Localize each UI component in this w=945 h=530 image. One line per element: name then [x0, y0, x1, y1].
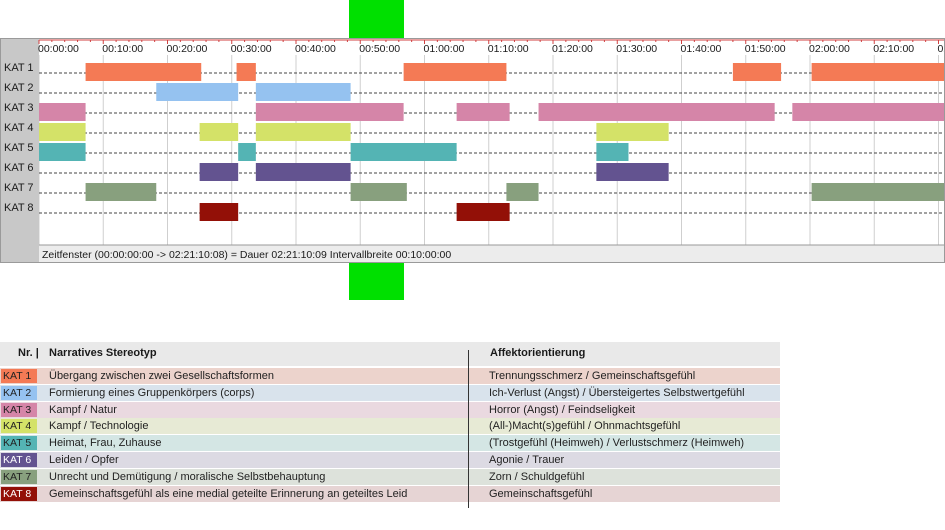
category-badge: KAT 5: [1, 436, 37, 451]
tick-label: 00:40:00: [295, 43, 336, 55]
stereotyp-text: Kampf / Natur: [49, 403, 117, 416]
tick-label: 01:30:00: [616, 43, 657, 55]
timeline-bar[interactable]: [350, 183, 407, 201]
timeline-bar[interactable]: [538, 103, 775, 121]
timeline-bar[interactable]: [456, 203, 510, 221]
affekt-text: Trennungsschmerz / Gemeinschaftsgefühl: [489, 370, 696, 382]
timeline-bar[interactable]: [506, 183, 539, 201]
category-label: KAT 6: [4, 162, 34, 174]
timeline-bar[interactable]: [596, 123, 669, 141]
category-badge: KAT 6: [1, 453, 37, 467]
affekt-text: (All-)Macht(s)gefühl / Ohnmachtsgefühl: [489, 420, 681, 433]
category-label: KAT 2: [4, 82, 34, 94]
timeline-bar[interactable]: [236, 63, 256, 81]
legend-row: KAT 4 Kampf / Technologie (All-)Macht(s)ge…: [0, 418, 780, 435]
tick-label: 01:40:00: [681, 43, 722, 55]
tick-label: 00:00:00: [38, 43, 79, 55]
timeline-bar[interactable]: [199, 163, 239, 181]
affekt-text: (Trostgefühl (Heimweh) / Verlustschmerz …: [489, 437, 745, 450]
header-affekt: Affektorientierung: [490, 347, 586, 359]
category-label: KAT 3: [4, 102, 34, 114]
timeline-bar[interactable]: [811, 183, 944, 201]
legend-row: KAT 2 Formierung eines Gruppenkörpers (co…: [0, 384, 780, 401]
stereotyp-text: Kampf / Technologie: [49, 420, 149, 433]
timeline-bar[interactable]: [39, 143, 86, 161]
tick-label: 02:10:00: [873, 43, 914, 55]
timeline-bar[interactable]: [85, 63, 202, 81]
tick-label: 02: [938, 43, 945, 55]
timeline-bar[interactable]: [85, 183, 157, 201]
timeline-bar[interactable]: [596, 143, 629, 161]
category-badge: KAT 8: [1, 486, 37, 501]
playhead-marker-bottom[interactable]: [349, 263, 404, 300]
legend-row: KAT 5 Heimat, Frau, Zuhause (Trostgefühl (…: [0, 435, 780, 452]
stereotyp-text: Gemeinschaftsgefühl als eine medial gete…: [49, 487, 408, 500]
tick-label: 00:20:00: [167, 43, 208, 55]
stereotyp-text: Unrecht und Demütigung / moralische Selb…: [49, 470, 326, 483]
tick-label: 00:30:00: [231, 43, 272, 55]
category-label: KAT 8: [4, 202, 34, 214]
timeline-bar[interactable]: [238, 143, 256, 161]
category-label: KAT 7: [4, 182, 34, 194]
timeline-bar[interactable]: [39, 103, 86, 121]
category-badge: KAT 2: [1, 385, 37, 400]
tick-label: 01:10:00: [488, 43, 529, 55]
timeline-bar[interactable]: [456, 103, 510, 121]
status-text: Zeitfenster (00:00:00:00 -> 02:21:10:08)…: [42, 249, 451, 261]
legend-row: KAT 8 Gemeinschaftsgefühl als eine medial…: [0, 485, 780, 502]
legend-row: KAT 6 Leiden / Opfer Agonie / Trauer: [0, 452, 780, 468]
timeline-bar[interactable]: [199, 203, 239, 221]
tick-label: 01:20:00: [552, 43, 593, 55]
timeline-chart: KAT 1 KAT 2 KAT 3 KAT 4 KAT 5 KAT 6 KAT 7 KAT 8…: [1, 39, 944, 262]
timeline-bar[interactable]: [156, 83, 239, 101]
affekt-text: Gemeinschaftsgefühl: [489, 487, 593, 500]
timeline-bar[interactable]: [255, 163, 351, 181]
stereotyp-text: Heimat, Frau, Zuhause: [49, 437, 162, 450]
tick-label: 00:10:00: [102, 43, 143, 55]
category-label: KAT 4: [4, 122, 34, 134]
header-stereotyp: Narratives Stereotyp: [49, 347, 157, 359]
playhead-marker-top[interactable]: [349, 0, 404, 38]
timeline-bar[interactable]: [39, 123, 86, 141]
timeline-panel: KAT 1 KAT 2 KAT 3 KAT 4 KAT 5 KAT 6 KAT 7 KAT 8…: [0, 38, 945, 263]
legend-header: Nr. | Narratives Stereotyp Affektorienti…: [0, 342, 780, 366]
column-divider: [468, 350, 469, 508]
timeline-bar[interactable]: [403, 63, 507, 81]
legend-table: Nr. | Narratives Stereotyp Affektorienti…: [0, 342, 780, 508]
timeline-bar[interactable]: [350, 143, 457, 161]
tick-label: 01:50:00: [745, 43, 786, 55]
timeline-bar[interactable]: [199, 123, 239, 141]
tick-label: 00:50:00: [359, 43, 400, 55]
tick-label: 01:00:00: [424, 43, 465, 55]
affekt-text: Agonie / Trauer: [489, 454, 565, 466]
timeline-bar[interactable]: [596, 163, 669, 181]
tick-label: 02:00:00: [809, 43, 850, 55]
category-badge: KAT 4: [1, 419, 37, 434]
timeline-bar[interactable]: [811, 63, 944, 81]
legend-row: KAT 7 Unrecht und Demütigung / moralische…: [0, 468, 780, 485]
category-label: KAT 1: [4, 62, 34, 74]
legend-row: KAT 3 Kampf / Natur Horror (Angst) / Feind…: [0, 401, 780, 418]
header-nr: Nr. |: [18, 347, 39, 359]
timeline-bar[interactable]: [255, 83, 351, 101]
category-label: KAT 5: [4, 142, 34, 154]
category-badge: KAT 3: [1, 402, 37, 417]
timeline-bar[interactable]: [792, 103, 944, 121]
timeline-bar[interactable]: [732, 63, 782, 81]
timeline-bar[interactable]: [255, 103, 404, 121]
affekt-text: Zorn / Schuldgefühl: [489, 470, 585, 483]
affekt-text: Horror (Angst) / Feindseligkeit: [489, 403, 636, 416]
stereotyp-text: Übergang zwischen zwei Gesellschaftsform…: [49, 370, 274, 382]
legend-row: KAT 1 Übergang zwischen zwei Gesellschaft…: [0, 368, 780, 384]
category-badge: KAT 7: [1, 469, 37, 484]
affekt-text: Ich-Verlust (Angst) / Übersteigertes Sel…: [489, 386, 745, 399]
category-badge: KAT 1: [1, 369, 37, 383]
stereotyp-text: Leiden / Opfer: [49, 454, 119, 466]
stereotyp-text: Formierung eines Gruppenkörpers (corps): [49, 386, 255, 399]
timeline-bar[interactable]: [255, 123, 351, 141]
